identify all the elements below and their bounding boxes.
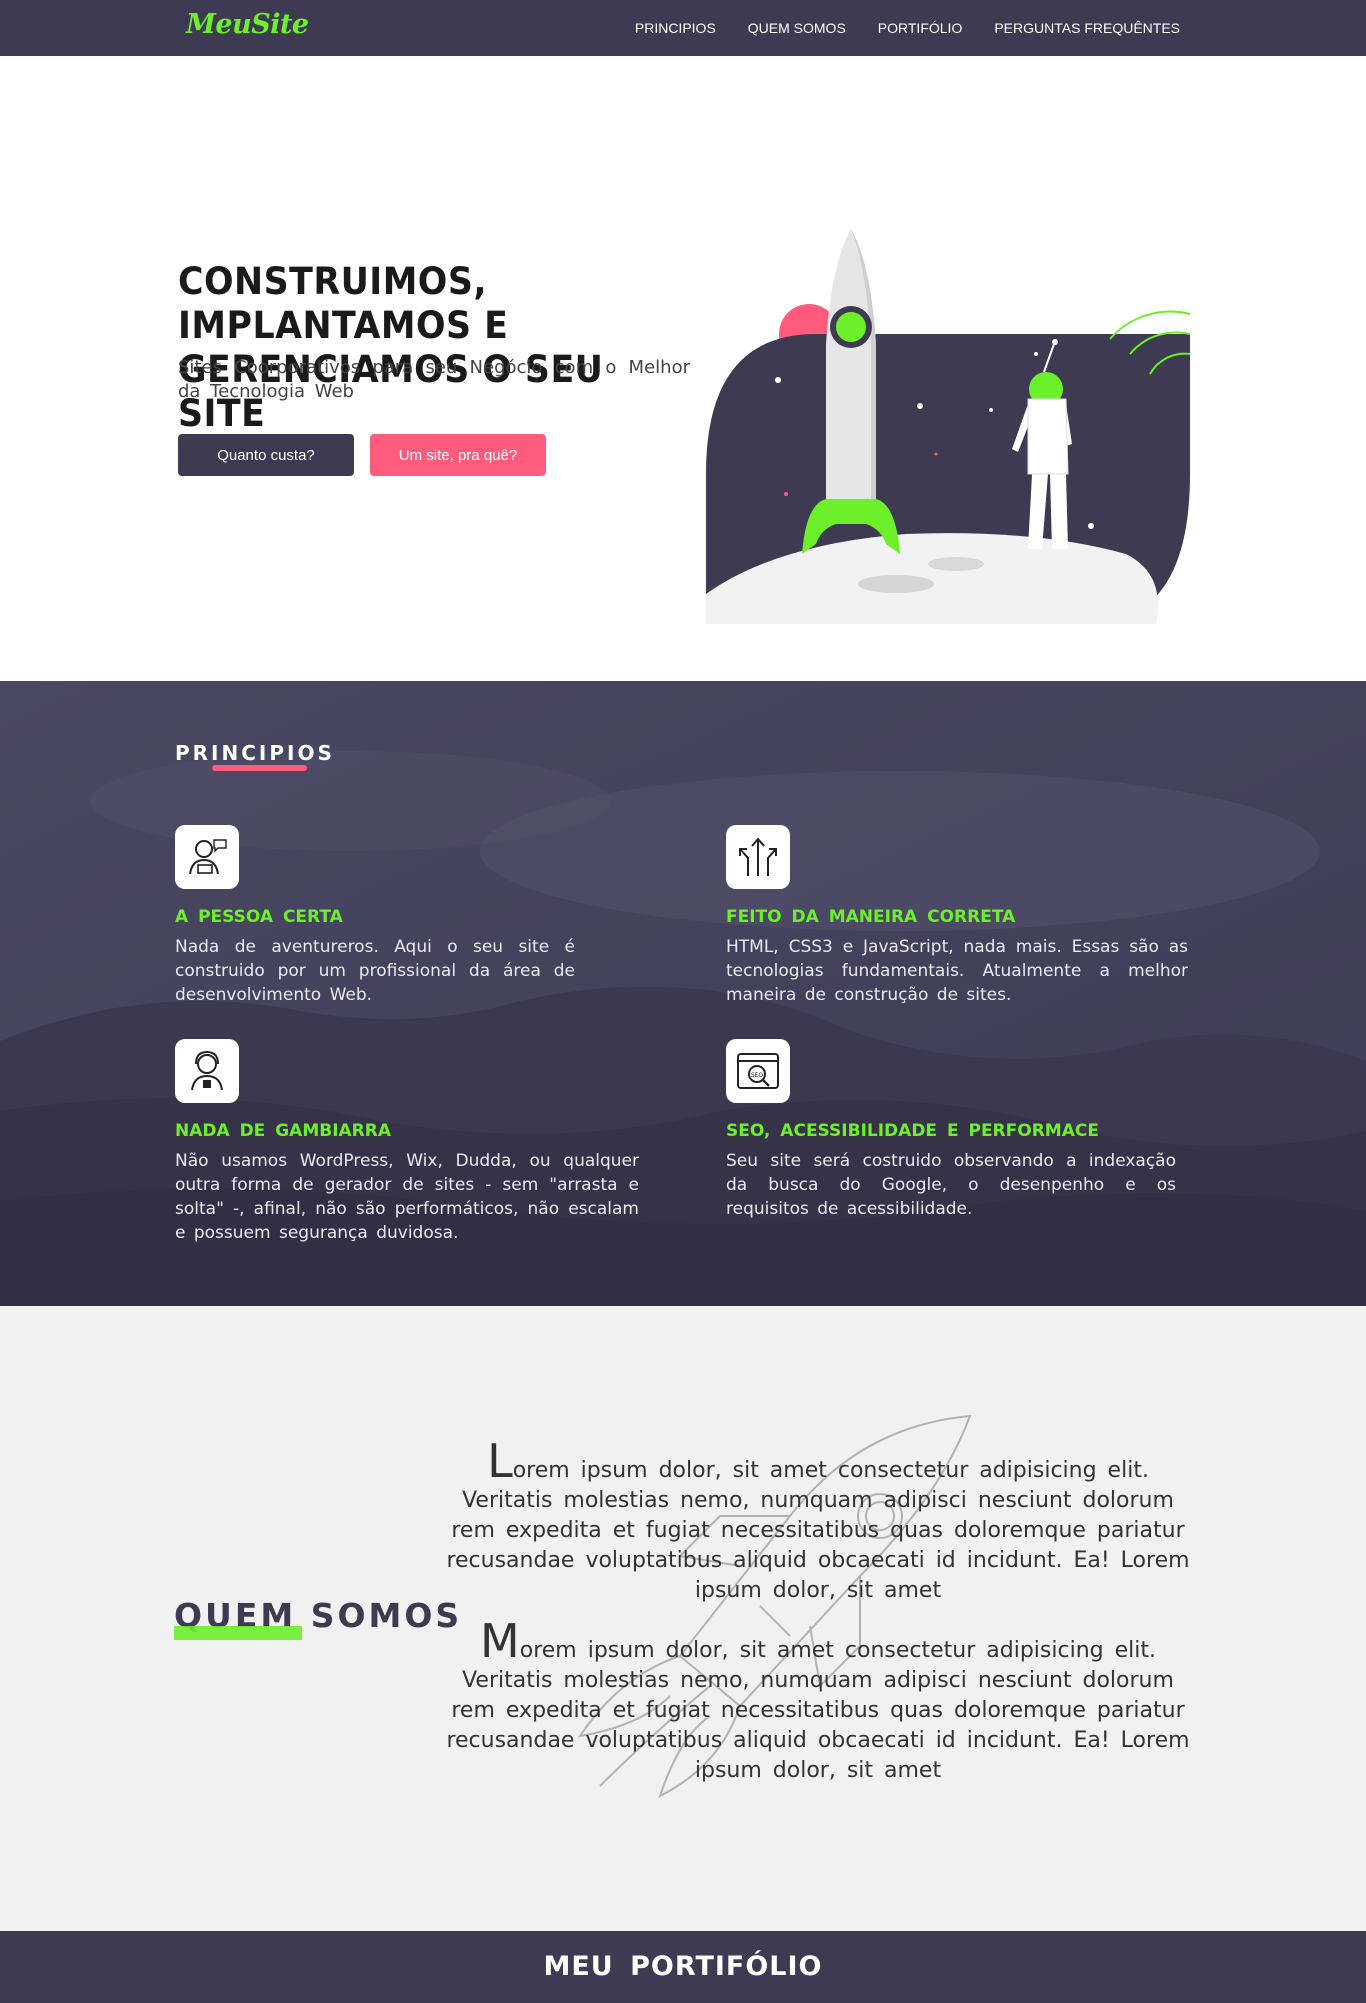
quem-somos-title-underline [174,1626,302,1640]
principio-title: SEO, ACESSIBILIDADE E PERFORMACE [726,1121,1099,1141]
um-site-button[interactable]: Um site, pra quê? [370,434,546,476]
hero-title-line-1: CONSTRUIMOS, IMPLANTAMOS E [178,260,509,347]
nav-link-principios[interactable]: PRINCIPIOS [635,20,716,36]
hero-title: CONSTRUIMOS, IMPLANTAMOS E GERENCIAMOS O… [178,260,667,436]
nav-link-quem-somos[interactable]: QUEM SOMOS [748,20,846,36]
principio-card-pessoa-certa: A PESSOA CERTA Nada de aventureros. Aqui… [175,825,575,1007]
paragraph-1-text: orem ipsum dolor, sit amet consectetur a… [446,1458,1190,1603]
hero-section: CONSTRUIMOS, IMPLANTAMOS E GERENCIAMOS O… [0,56,1366,681]
nav-link-perguntas[interactable]: PERGUNTAS FREQUÊNTES [994,20,1180,36]
paragraph-2-text: orem ipsum dolor, sit amet consectetur a… [446,1638,1190,1783]
principio-text: HTML, CSS3 e JavaScript, nada mais. Essa… [726,937,1188,1005]
main-nav: PRINCIPIOS QUEM SOMOS PORTIFÓLIO PERGUNT… [635,0,1180,56]
hero-subtitle: Sites Coorporativos para seu Negócio com… [178,357,690,402]
arrows-icon [726,825,790,889]
svg-text:SEO: SEO [751,1072,764,1079]
principios-title: PRINCIPIOS [175,741,335,765]
top-navbar: MeuSite PRINCIPIOS QUEM SOMOS PORTIFÓLIO… [0,0,1366,56]
quem-somos-paragraph-2: Morem ipsum dolor, sit amet consectetur … [440,1618,1196,1786]
site-logo[interactable]: MeuSite [186,9,309,40]
seo-icon: SEO [726,1039,790,1103]
paragraph-1-dropcap: L [487,1434,513,1488]
principio-title: NADA DE GAMBIARRA [175,1121,392,1141]
principios-section: PRINCIPIOS A PESSOA CERTA Nada de aventu… [0,681,1366,1306]
principio-title: A PESSOA CERTA [175,907,343,927]
support-person-icon [175,1039,239,1103]
nav-link-portifolio[interactable]: PORTIFÓLIO [878,20,963,36]
principio-title: FEITO DA MANEIRA CORRETA [726,907,1016,927]
quanto-custa-button[interactable]: Quanto custa? [178,434,354,476]
principio-text: Não usamos WordPress, Wix, Dudda, ou qua… [175,1151,639,1243]
principio-card-maneira-correta: FEITO DA MANEIRA CORRETA HTML, CSS3 e Ja… [726,825,1188,1007]
principio-card-gambiarra: NADA DE GAMBIARRA Não usamos WordPress, … [175,1039,639,1245]
principio-text: Nada de aventureros. Aqui o seu site é c… [175,937,575,1005]
quem-somos-paragraph-1: Lorem ipsum dolor, sit amet consectetur … [440,1438,1196,1606]
paragraph-2-dropcap: M [480,1614,520,1668]
principios-title-underline [212,765,307,771]
quem-somos-section: QUEM SOMOS Lorem ipsum dolor, sit amet c… [0,1306,1366,1931]
developer-icon [175,825,239,889]
rocket-astronaut-illustration [706,229,1190,624]
principio-text: Seu site será costruido observando a ind… [726,1151,1176,1219]
portfolio-section: MEU PORTIFÓLIO [0,1931,1366,2003]
principio-card-seo: SEO SEO, ACESSIBILIDADE E PERFORMACE Seu… [726,1039,1176,1221]
portfolio-title: MEU PORTIFÓLIO [543,1951,823,1982]
